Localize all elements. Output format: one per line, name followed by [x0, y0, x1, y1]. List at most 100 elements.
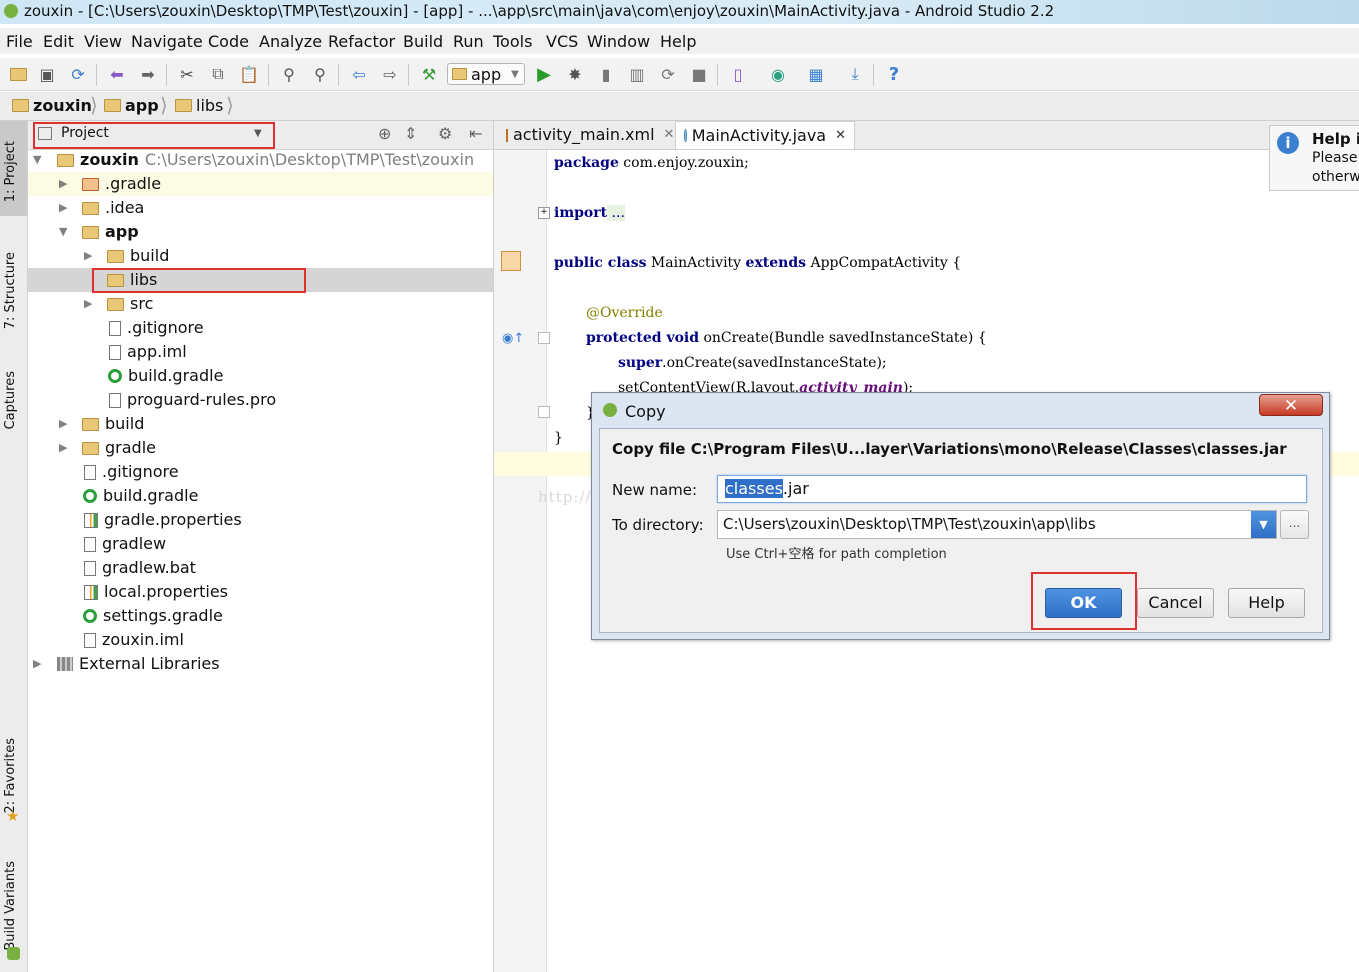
tree-item-external-libraries[interactable]: ▶ External Libraries [28, 652, 493, 676]
tab-activity-main-xml[interactable]: activity_main.xml ✕ [498, 121, 674, 149]
close-icon[interactable]: ✕ [664, 122, 675, 148]
tab-favorites[interactable]: 2: Favorites [3, 738, 18, 814]
tree-item-proguard[interactable]: proguard-rules.pro [28, 388, 493, 412]
menu-analyze[interactable]: Analyze [259, 32, 322, 51]
class-icon [684, 129, 687, 142]
close-icon[interactable]: ✕ [835, 123, 846, 149]
debug-icon[interactable]: ✸ [565, 64, 585, 84]
expanded-arrow-icon: ▼ [59, 225, 68, 238]
fold-icon[interactable] [538, 406, 550, 418]
tree-item-app-build[interactable]: ▶ build [28, 244, 493, 268]
tree-item-build[interactable]: ▶ build [28, 412, 493, 436]
tab-mainactivity-java[interactable]: MainActivity.java ✕ [675, 121, 855, 149]
tree-item-zouxin-iml[interactable]: zouxin.iml [28, 628, 493, 652]
tree-item-src[interactable]: ▶ src [28, 292, 493, 316]
collapse-all-icon[interactable]: ⇕ [404, 124, 417, 143]
gradle-icon [83, 489, 97, 503]
tree-item-build-gradle[interactable]: build.gradle [28, 484, 493, 508]
redo-icon[interactable]: ➡ [138, 64, 158, 84]
gear-icon[interactable]: ⚙ [438, 124, 452, 143]
tree-root[interactable]: ▼ zouxin C:\Users\zouxin\Desktop\TMP\Test… [28, 148, 493, 172]
rerun-icon[interactable]: ⟳ [658, 64, 678, 84]
menu-file[interactable]: File [6, 32, 33, 51]
cut-icon[interactable]: ✂ [177, 64, 197, 84]
dialog-body: Copy file C:\Program Files\U...layer\Var… [599, 428, 1323, 633]
tree-item-app[interactable]: ▼ app [28, 220, 493, 244]
menu-code[interactable]: Code [208, 32, 249, 51]
star-icon: ★ [6, 807, 20, 825]
profile-icon[interactable]: ▮ [596, 64, 616, 84]
tree-item-gitignore[interactable]: .gitignore [28, 460, 493, 484]
folder-icon [82, 177, 99, 191]
properties-icon [84, 584, 98, 600]
tree-item-gradlew[interactable]: gradlew [28, 532, 493, 556]
menu-refactor[interactable]: Refactor [328, 32, 395, 51]
run-icon[interactable]: ▶ [534, 64, 554, 85]
tree-item-app-build-gradle[interactable]: build.gradle [28, 364, 493, 388]
scroll-from-source-icon[interactable]: ⊕ [378, 124, 391, 143]
expanded-arrow-icon: ▼ [33, 153, 42, 166]
menu-window[interactable]: Window [587, 32, 650, 51]
menu-help[interactable]: Help [660, 32, 696, 51]
layout-link-icon[interactable] [501, 251, 521, 271]
tree-item-app-iml[interactable]: app.iml [28, 340, 493, 364]
sync-icon[interactable]: ⟳ [68, 64, 88, 84]
menu-view[interactable]: View [84, 32, 122, 51]
android-studio-icon [4, 4, 18, 18]
fold-icon[interactable]: + [538, 207, 550, 219]
new-name-input[interactable]: classes.jar [717, 475, 1307, 503]
project-structure-icon[interactable]: ▦ [806, 64, 826, 84]
tab-build-variants[interactable]: Build Variants [3, 861, 18, 951]
sync-gradle-icon[interactable]: ◉ [768, 64, 788, 84]
breadcrumb-zouxin[interactable]: zouxin [12, 96, 92, 115]
close-icon[interactable]: ✕ [1259, 394, 1323, 416]
tree-item-local-properties[interactable]: local.properties [28, 580, 493, 604]
sdk-manager-icon[interactable]: ⤓ [845, 64, 865, 84]
tree-item-app-gitignore[interactable]: .gitignore [28, 316, 493, 340]
find-icon[interactable]: ⚲ [279, 64, 299, 84]
tree-item-gradle-dir[interactable]: ▶ .gradle [28, 172, 493, 196]
override-marker-icon[interactable]: ◉↑ [502, 331, 524, 346]
menu-vcs[interactable]: VCS [546, 32, 578, 51]
undo-icon[interactable]: ⬅ [107, 64, 127, 84]
directory-combobox[interactable]: C:\Users\zouxin\Desktop\TMP\Test\zouxin\… [717, 510, 1277, 539]
android-icon [7, 947, 20, 960]
menu-tools[interactable]: Tools [493, 32, 532, 51]
menu-edit[interactable]: Edit [43, 32, 74, 51]
open-folder-icon[interactable] [8, 64, 28, 84]
breadcrumb-app[interactable]: app [104, 96, 159, 115]
menu-build[interactable]: Build [403, 32, 443, 51]
breadcrumb-libs[interactable]: libs [175, 96, 223, 115]
chevron-down-icon[interactable]: ▼ [1251, 511, 1276, 538]
help-icon[interactable]: ? [884, 64, 904, 85]
tab-structure[interactable]: 7: Structure [3, 252, 18, 329]
tree-item-gradle-properties[interactable]: gradle.properties [28, 508, 493, 532]
copy-icon[interactable]: ⧉ [208, 64, 228, 84]
paste-icon[interactable]: 📋 [239, 64, 259, 84]
tree-item-idea[interactable]: ▶ .idea [28, 196, 493, 220]
help-popup[interactable]: i Help i Please otherwi [1269, 125, 1359, 191]
help-button[interactable]: Help [1228, 588, 1305, 618]
tab-project[interactable]: 1: Project [3, 141, 18, 202]
forward-icon[interactable]: ⇨ [380, 64, 400, 84]
run-config-select[interactable]: app ▼ [447, 63, 525, 85]
fold-icon[interactable] [538, 332, 550, 344]
tree-item-gradle[interactable]: ▶ gradle [28, 436, 493, 460]
folder-icon [104, 99, 121, 112]
make-project-icon[interactable]: ⚒ [419, 64, 439, 84]
menu-navigate[interactable]: Navigate [131, 32, 203, 51]
tree-item-gradlew-bat[interactable]: gradlew.bat [28, 556, 493, 580]
hide-panel-icon[interactable]: ⇤ [469, 124, 482, 143]
replace-icon[interactable]: ⚲ [310, 64, 330, 84]
browse-button[interactable]: ... [1280, 510, 1309, 539]
back-icon[interactable]: ⇦ [349, 64, 369, 84]
stop-icon[interactable]: ■ [689, 64, 709, 84]
tree-item-settings-gradle[interactable]: settings.gradle [28, 604, 493, 628]
save-icon[interactable]: ▣ [37, 64, 57, 84]
avd-manager-icon[interactable]: ▯ [728, 64, 748, 84]
breadcrumb-separator: ⟩ [90, 93, 98, 117]
menu-run[interactable]: Run [453, 32, 484, 51]
cancel-button[interactable]: Cancel [1137, 588, 1214, 618]
attach-debugger-icon[interactable]: ▥ [627, 64, 647, 84]
tab-captures[interactable]: Captures [3, 371, 18, 429]
